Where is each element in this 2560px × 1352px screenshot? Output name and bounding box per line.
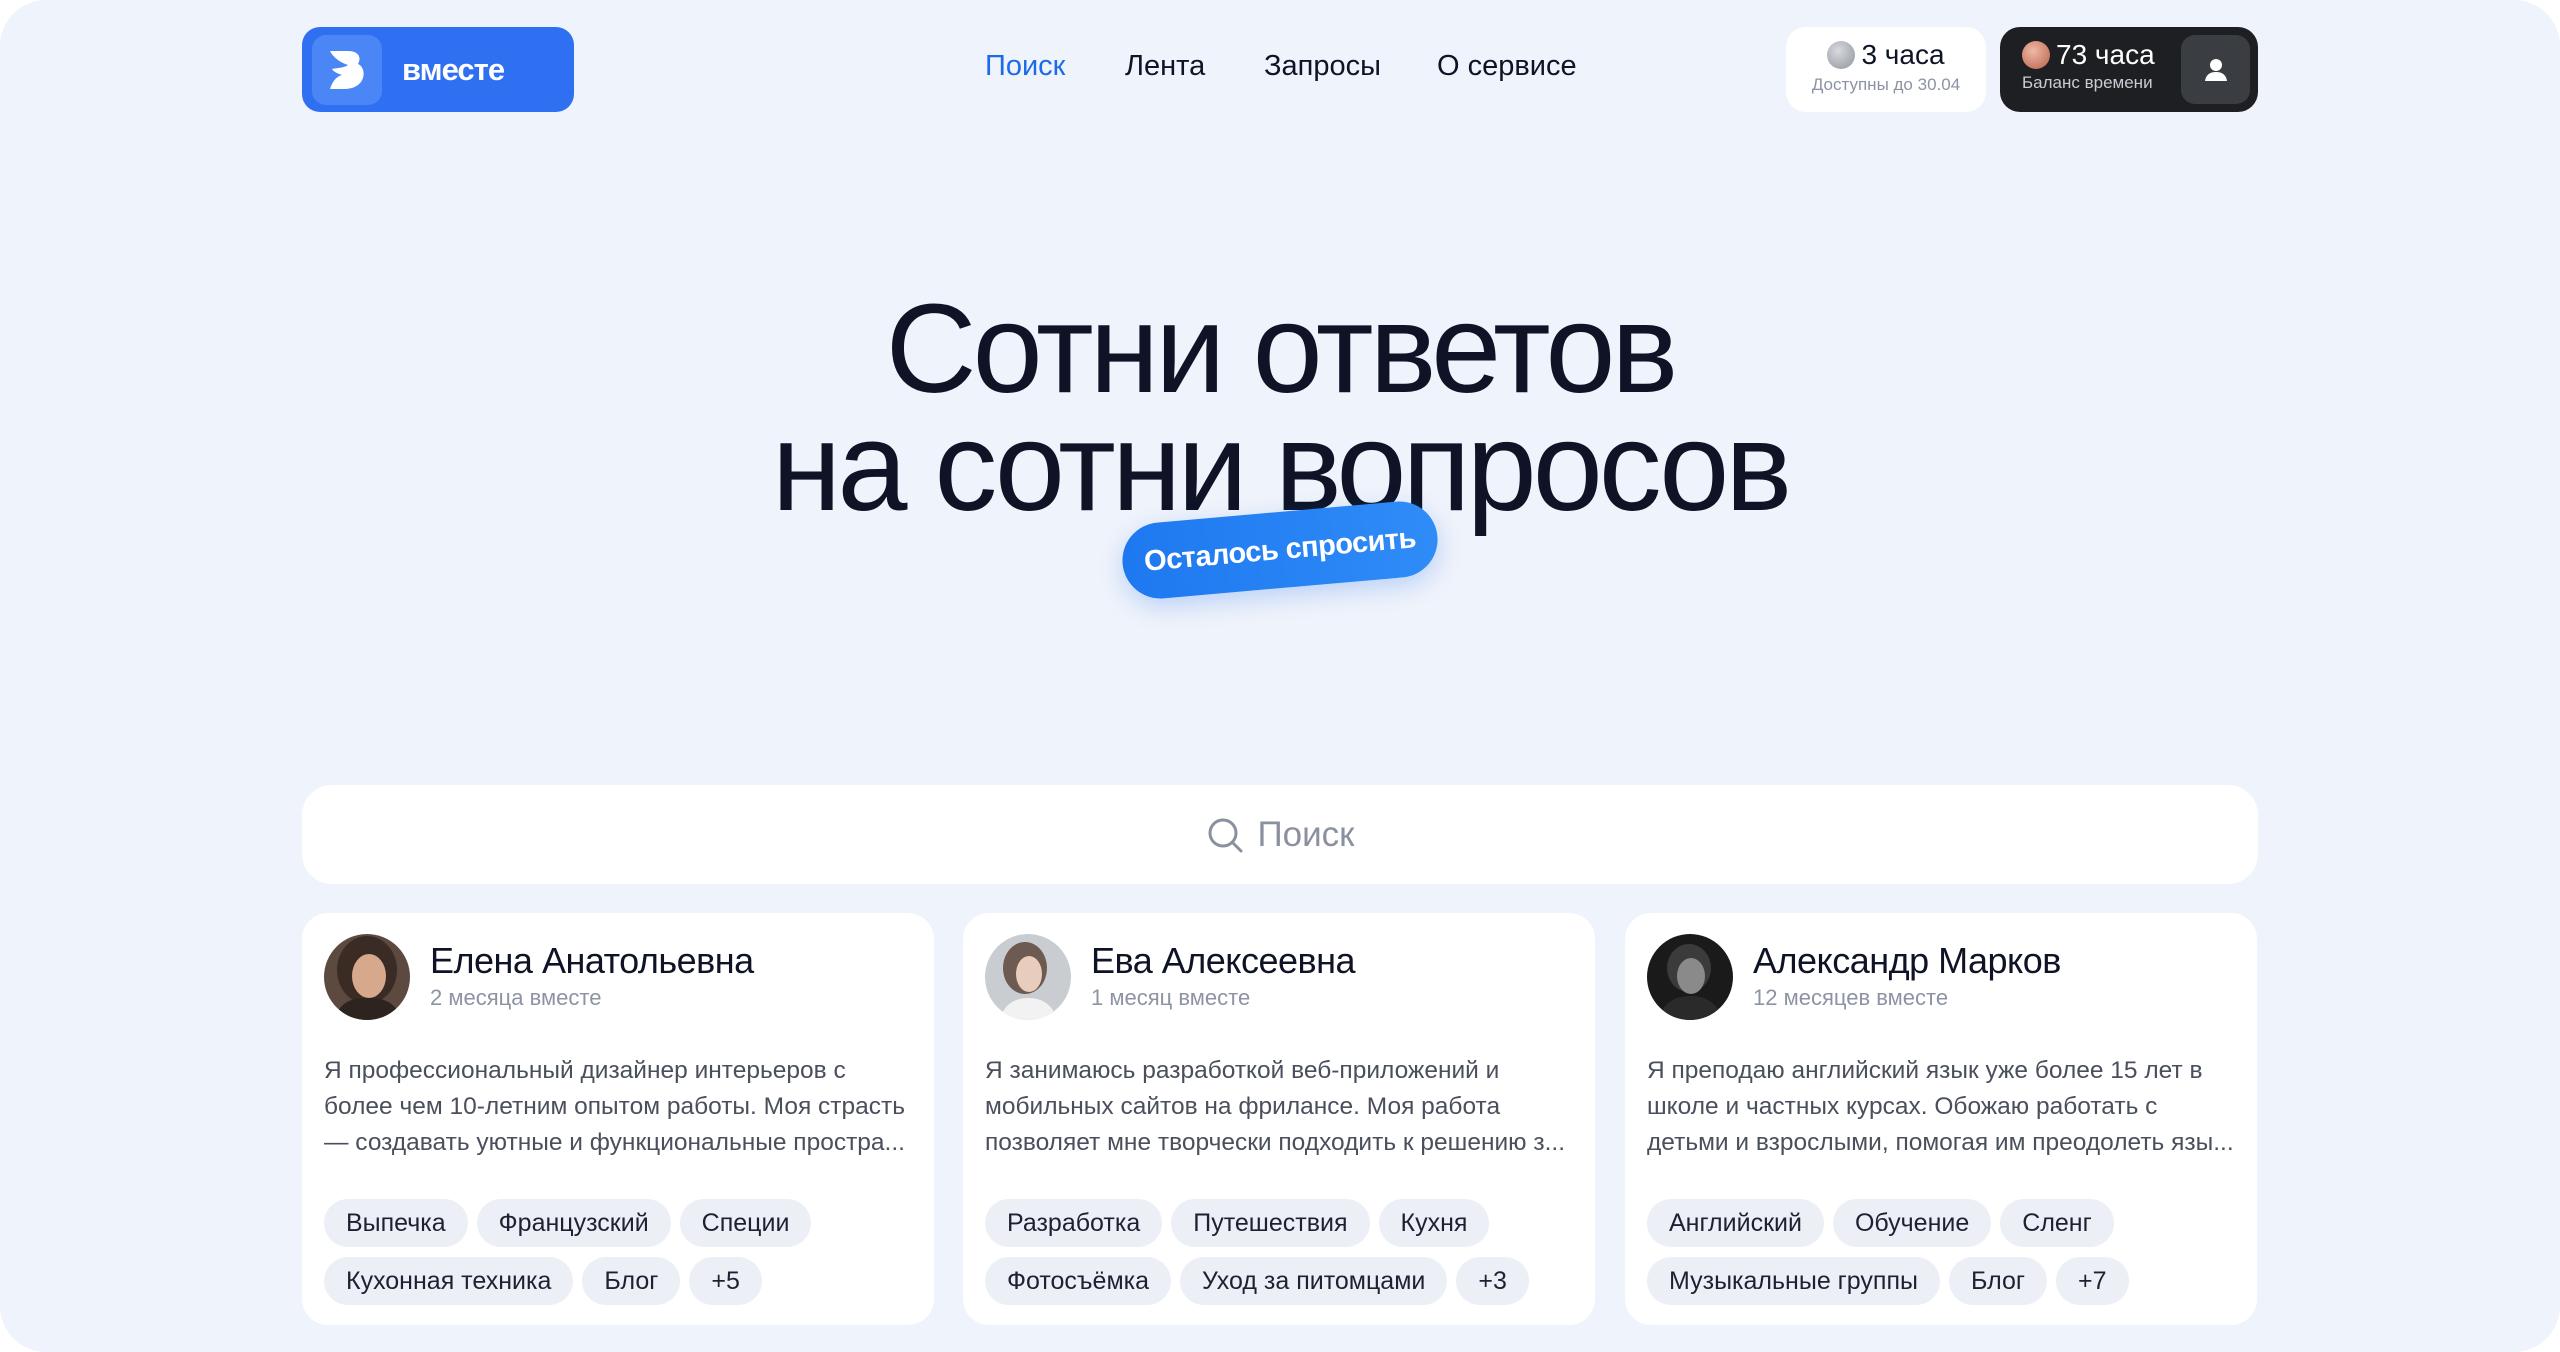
nav-item-about[interactable]: О сервисе xyxy=(1437,50,1577,83)
free-hours-value: 3 часа xyxy=(1861,39,1945,70)
tag-chip[interactable]: Французский xyxy=(476,1199,671,1247)
tag-chip[interactable]: Специи xyxy=(679,1199,812,1247)
tag-chip[interactable]: Музыкальные группы xyxy=(1647,1257,1940,1305)
hero-line-1: Сотни ответов xyxy=(885,278,1679,419)
more-tags-chip[interactable]: +5 xyxy=(689,1257,762,1305)
card-description-line: Я преподаю английский язык уже более 15 … xyxy=(1647,1057,2203,1084)
card-description-line: позволяет мне творчески подходить к реше… xyxy=(985,1129,1566,1156)
tag-chip[interactable]: Разработка xyxy=(985,1199,1163,1247)
search-input[interactable]: Поиск xyxy=(1258,815,1355,855)
card-description: Я профессиональный дизайнер интерьеров с… xyxy=(324,1053,919,1161)
hero-line-2: на сотни вопросов xyxy=(771,396,1792,537)
more-tags-chip[interactable]: +7 xyxy=(2055,1257,2129,1305)
tag-chip[interactable]: Кухня xyxy=(1378,1199,1490,1247)
card-description-line: школе и частных курсах. Обожаю работать … xyxy=(1647,1093,2158,1120)
card-tags: Английский Обучение Сленг Музыкальные гр… xyxy=(1647,1199,2247,1305)
tag-chip[interactable]: Выпечка xyxy=(324,1199,468,1247)
profile-card[interactable]: Елена Анатольевна 2 месяца вместе Я проф… xyxy=(302,913,934,1325)
search-icon xyxy=(1208,818,1242,852)
profile-card[interactable]: Ева Алексеевна 1 месяц вместе Я занимаюс… xyxy=(963,913,1595,1325)
free-hours-caption: Доступны до 30.04 xyxy=(1811,75,1961,94)
avatar xyxy=(1647,934,1733,1020)
brand-logo[interactable]: вместе xyxy=(302,27,574,112)
card-description-line: детьми и взрослыми, помогая им преодолет… xyxy=(1647,1129,2234,1156)
free-hours-widget[interactable]: 3 часа Доступны до 30.04 xyxy=(1786,27,1986,112)
card-description-line: более чем 10-летним опытом работы. Моя с… xyxy=(324,1093,906,1120)
card-since: 12 месяцев вместе xyxy=(1753,985,1949,1010)
tag-chip[interactable]: Сленг xyxy=(2000,1199,2114,1247)
card-since: 1 месяц вместе xyxy=(1091,985,1251,1010)
card-description-line: — создавать уютные и функциональные прос… xyxy=(324,1129,905,1156)
balance-value: 73 часа xyxy=(2056,39,2155,70)
card-description-line: Я профессиональный дизайнер интерьеров с xyxy=(324,1057,846,1084)
tag-chip[interactable]: Уход за питомцами xyxy=(1180,1257,1448,1305)
balance-caption: Баланс времени xyxy=(2022,73,2153,92)
profile-button[interactable] xyxy=(2181,35,2250,104)
tag-chip[interactable]: Путешествия xyxy=(1171,1199,1370,1247)
balance-coin-icon xyxy=(2022,41,2050,69)
avatar xyxy=(985,934,1071,1020)
time-coin-icon xyxy=(1827,41,1856,69)
tag-chip[interactable]: Фотосъёмка xyxy=(985,1257,1172,1305)
more-tags-chip[interactable]: +3 xyxy=(1456,1257,1529,1305)
nav-item-search[interactable]: Поиск xyxy=(985,50,1065,83)
nav-item-requests[interactable]: Запросы xyxy=(1264,50,1381,83)
user-icon xyxy=(2204,58,2227,81)
card-description-line: Я занимаюсь разработкой веб-приложений и xyxy=(985,1057,1500,1084)
logo-mark-icon xyxy=(312,34,382,105)
card-description: Я преподаю английский язык уже более 15 … xyxy=(1647,1053,2242,1161)
card-name: Ева Алексеевна xyxy=(1091,940,1356,981)
tag-chip[interactable]: Кухонная техника xyxy=(324,1257,574,1305)
balance-widget[interactable]: 73 часа Баланс времени xyxy=(2000,27,2258,112)
tag-chip[interactable]: Блог xyxy=(1948,1257,2047,1305)
card-tags: Выпечка Французский Специи Кухонная техн… xyxy=(324,1199,924,1305)
search-bar[interactable]: Поиск xyxy=(302,785,2258,884)
hero-title: Сотни ответов на сотни вопросов xyxy=(0,278,2560,537)
card-description-line: мобильных сайтов на фрилансе. Моя работа xyxy=(985,1093,1501,1120)
nav-item-feed[interactable]: Лента xyxy=(1125,50,1205,83)
page-frame: вместе Поиск Лента Запросы О сервисе 3 ч… xyxy=(0,0,2560,1352)
tag-chip[interactable]: Обучение xyxy=(1832,1199,1992,1247)
brand-name: вместе xyxy=(402,51,505,87)
card-name: Александр Марков xyxy=(1753,940,2061,981)
tag-chip[interactable]: Английский xyxy=(1647,1199,1824,1247)
card-name: Елена Анатольевна xyxy=(430,940,754,981)
card-since: 2 месяца вместе xyxy=(430,985,602,1010)
card-tags: Разработка Путешествия Кухня Фотосъёмка … xyxy=(985,1199,1585,1305)
avatar xyxy=(324,934,410,1020)
card-description: Я занимаюсь разработкой веб-приложений и… xyxy=(985,1053,1580,1161)
profile-card[interactable]: Александр Марков 12 месяцев вместе Я пре… xyxy=(1625,913,2257,1325)
tag-chip[interactable]: Блог xyxy=(582,1257,681,1305)
